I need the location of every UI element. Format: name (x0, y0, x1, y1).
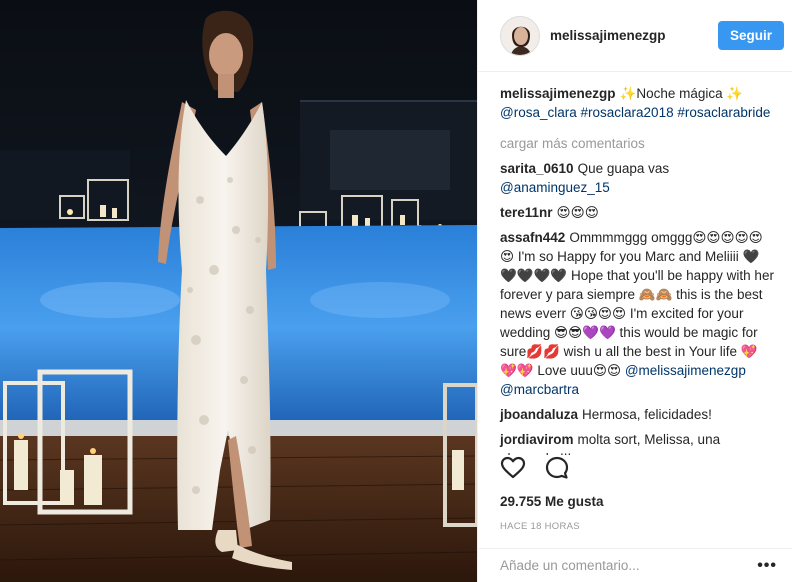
comment-text: Hermosa, felicidades! (582, 407, 712, 422)
post-actions (500, 455, 570, 481)
heart-icon[interactable] (500, 455, 526, 481)
caption: melissajimenezgp ✨Noche mágica ✨ @rosa_cl… (500, 84, 774, 122)
caption-text: ✨Noche mágica ✨ (619, 86, 744, 101)
comment-item: assafn442 Ommmmggg omggg😍😍😍😍😍😍 I'm so Hap… (500, 228, 774, 399)
follow-button[interactable]: Seguir (717, 21, 784, 50)
comment-username[interactable]: jordiavirom (500, 432, 574, 447)
comment-item: jboandaluza Hermosa, felicidades! (500, 405, 774, 424)
comment-item: sarita_0610 Que guapa vas @anaminguez_15 (500, 159, 774, 197)
comment-icon[interactable] (544, 455, 570, 481)
comment-mention[interactable]: @melissajimenezgp (625, 363, 746, 378)
load-more-comments-link[interactable]: cargar más comentarios (500, 134, 774, 153)
more-options-icon[interactable]: ••• (757, 557, 777, 575)
instagram-post: melissajimenezgp Seguir melissajimenezgp… (0, 0, 792, 582)
add-comment-bar: ••• (478, 548, 792, 582)
post-header: melissajimenezgp Seguir (478, 0, 792, 72)
add-comment-input[interactable] (500, 558, 758, 573)
comment-text: Ommmmggg omggg😍😍😍😍😍😍 I'm so Happy for yo… (500, 230, 774, 378)
comment-username[interactable]: jboandaluza (500, 407, 578, 422)
comments-list: melissajimenezgp ✨Noche mágica ✨ @rosa_cl… (478, 72, 792, 455)
caption-username[interactable]: melissajimenezgp (500, 86, 616, 101)
comment-item: tere11nr 😍😍😍 (500, 203, 774, 222)
comment-mention[interactable]: @anaminguez_15 (500, 180, 610, 195)
caption-tag[interactable]: @rosa_clara (500, 105, 577, 120)
avatar[interactable] (500, 15, 540, 56)
comment-text: 😍😍😍 (556, 205, 599, 220)
post-sidebar: melissajimenezgp Seguir melissajimenezgp… (477, 0, 792, 582)
post-timestamp[interactable]: HACE 18 HORAS (500, 521, 580, 532)
comment-username[interactable]: sarita_0610 (500, 161, 574, 176)
avatar-portrait-icon (501, 16, 539, 55)
comment-item: jordiavirommolta sort, Melissa, una abra… (500, 430, 774, 455)
comment-mention[interactable]: @marcbartra (500, 382, 579, 397)
comment-username[interactable]: assafn442 (500, 230, 565, 245)
photo-illustration (0, 0, 477, 582)
caption-tag[interactable]: #rosaclara2018 (581, 105, 674, 120)
likes-count[interactable]: 29.755 Me gusta (500, 494, 604, 509)
caption-tag[interactable]: #rosaclarabride (677, 105, 770, 120)
comment-text: Que guapa vas (577, 161, 670, 176)
post-photo[interactable] (0, 0, 477, 582)
header-username[interactable]: melissajimenezgp (550, 28, 718, 43)
comment-username[interactable]: tere11nr (500, 205, 553, 220)
